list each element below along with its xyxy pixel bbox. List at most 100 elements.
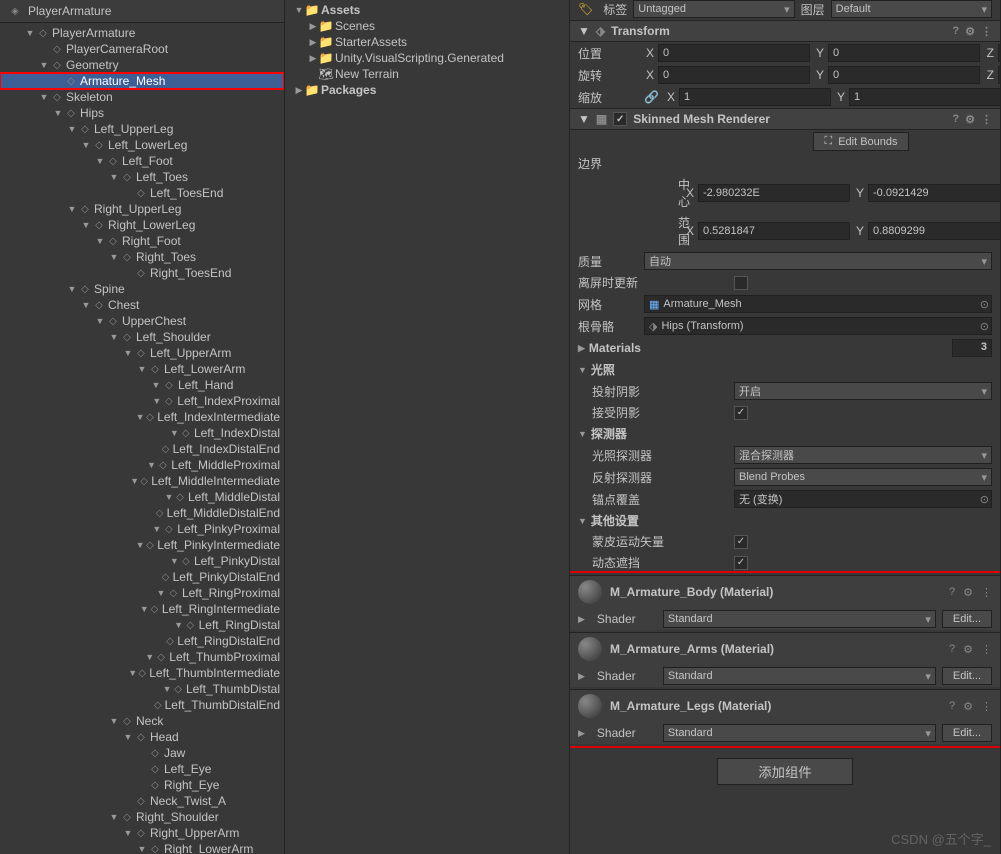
foldout-icon[interactable] xyxy=(122,732,134,742)
foldout-icon[interactable] xyxy=(169,428,180,438)
menu-icon[interactable]: ⋮ xyxy=(981,643,992,656)
foldout-icon[interactable] xyxy=(150,380,162,390)
hierarchy-item[interactable]: ◇Left_ToesEnd xyxy=(0,185,284,201)
tag-dropdown[interactable]: Untagged xyxy=(633,0,794,18)
probes-section[interactable]: ▼ 探测器 xyxy=(570,423,1000,444)
foldout-icon[interactable] xyxy=(80,140,92,150)
hierarchy-item[interactable]: ◇Left_PinkyIntermediate xyxy=(0,537,284,553)
pos-x-input[interactable] xyxy=(658,44,810,62)
hierarchy-item[interactable]: ◇Left_ThumbDistalEnd xyxy=(0,697,284,713)
picker-icon[interactable]: ⊙ xyxy=(980,493,989,506)
picker-icon[interactable]: ⊙ xyxy=(980,320,989,333)
transform-header[interactable]: ▼ ⬗ Transform ? ⚙ ⋮ xyxy=(570,20,1000,42)
picker-icon[interactable]: ⊙ xyxy=(980,298,989,311)
hierarchy-item[interactable]: ◇Left_PinkyDistal xyxy=(0,553,284,569)
hierarchy-item[interactable]: ◇Left_ThumbDistal xyxy=(0,681,284,697)
project-item[interactable]: 📁Assets xyxy=(285,2,569,18)
project-item[interactable]: 📁StarterAssets xyxy=(285,34,569,50)
shader-dropdown[interactable]: Standard xyxy=(663,667,936,685)
edit-bounds-button[interactable]: ⛶ Edit Bounds xyxy=(813,132,908,151)
lighting-section[interactable]: ▼ 光照 xyxy=(570,359,1000,380)
foldout-icon[interactable] xyxy=(108,812,120,822)
hierarchy-item[interactable]: ◇Right_LowerLeg xyxy=(0,217,284,233)
rot-x-input[interactable] xyxy=(658,66,810,84)
foldout-icon[interactable]: ▶ xyxy=(578,728,585,739)
foldout-icon[interactable] xyxy=(135,540,144,550)
hierarchy-item[interactable]: ◇Left_Foot xyxy=(0,153,284,169)
materials-section[interactable]: ▶ Materials 3 xyxy=(570,337,1000,359)
help-icon[interactable]: ? xyxy=(952,25,959,37)
preset-icon[interactable]: ⚙ xyxy=(965,25,975,38)
smr-header[interactable]: ▼ ▦ Skinned Mesh Renderer ? ⚙ ⋮ xyxy=(570,108,1000,130)
project-item[interactable]: 📁Packages xyxy=(285,82,569,98)
material-header[interactable]: M_Armature_Body (Material) ? ⚙ ⋮ xyxy=(570,576,1000,608)
materials-count[interactable]: 3 xyxy=(952,339,992,357)
anchor-field[interactable]: 无 (变换)⊙ xyxy=(734,490,992,508)
foldout-icon[interactable] xyxy=(24,28,36,38)
foldout-icon[interactable] xyxy=(135,412,144,422)
motion-checkbox[interactable] xyxy=(734,535,748,549)
hierarchy-item[interactable]: ◇Left_IndexProximal xyxy=(0,393,284,409)
hierarchy-item[interactable]: ◇Left_MiddleProximal xyxy=(0,457,284,473)
hierarchy-item[interactable]: ◇Jaw xyxy=(0,745,284,761)
foldout-icon[interactable] xyxy=(80,220,92,230)
foldout-icon[interactable] xyxy=(140,604,149,614)
hierarchy-item[interactable]: ◇Left_RingIntermediate xyxy=(0,601,284,617)
hierarchy-item[interactable]: ◇Spine xyxy=(0,281,284,297)
material-header[interactable]: M_Armature_Legs (Material) ? ⚙ ⋮ xyxy=(570,690,1000,722)
foldout-icon[interactable] xyxy=(122,828,134,838)
menu-icon[interactable]: ⋮ xyxy=(981,113,992,126)
add-component-button[interactable]: 添加组件 xyxy=(717,758,852,785)
hierarchy-item[interactable]: ◇Neck_Twist_A xyxy=(0,793,284,809)
foldout-icon[interactable] xyxy=(52,108,64,118)
other-section[interactable]: ▼ 其他设置 xyxy=(570,510,1000,531)
preset-icon[interactable]: ⚙ xyxy=(965,113,975,126)
foldout-icon[interactable] xyxy=(66,204,78,214)
preset-icon[interactable]: ⚙ xyxy=(963,586,973,599)
foldout-icon[interactable] xyxy=(146,460,157,470)
hierarchy-item[interactable]: ◇Left_Hand xyxy=(0,377,284,393)
project-item[interactable]: 📁Unity.VisualScripting.Generated xyxy=(285,50,569,66)
menu-icon[interactable]: ⋮ xyxy=(981,25,992,38)
foldout-icon[interactable] xyxy=(108,332,120,342)
scale-x-input[interactable] xyxy=(679,88,831,106)
foldout-icon[interactable] xyxy=(38,60,50,70)
hierarchy-item[interactable]: ◇Right_UpperLeg xyxy=(0,201,284,217)
foldout-icon[interactable] xyxy=(94,236,106,246)
foldout-icon[interactable] xyxy=(128,668,137,678)
foldout-icon[interactable] xyxy=(155,588,166,598)
extents-x-input[interactable] xyxy=(698,222,850,240)
foldout-icon[interactable] xyxy=(293,85,305,96)
edit-button[interactable]: Edit... xyxy=(942,610,992,628)
foldout-icon[interactable] xyxy=(307,53,319,64)
foldout-icon[interactable] xyxy=(162,684,172,694)
foldout-icon[interactable] xyxy=(80,300,92,310)
hierarchy-item[interactable]: ◇Right_ToesEnd xyxy=(0,265,284,281)
hierarchy-item[interactable]: ◇Left_MiddleDistalEnd xyxy=(0,505,284,521)
smr-enable-checkbox[interactable] xyxy=(613,112,627,126)
hierarchy-item[interactable]: ◇UpperChest xyxy=(0,313,284,329)
help-icon[interactable]: ? xyxy=(949,700,955,712)
foldout-icon[interactable]: ▶ xyxy=(578,614,585,625)
hierarchy-item[interactable]: ◇Left_PinkyDistalEnd xyxy=(0,569,284,585)
foldout-icon[interactable] xyxy=(293,5,305,15)
hierarchy-item[interactable]: ◇Left_LowerLeg xyxy=(0,137,284,153)
menu-icon[interactable]: ⋮ xyxy=(981,700,992,713)
foldout-icon[interactable] xyxy=(122,348,134,358)
center-y-input[interactable] xyxy=(868,184,1001,202)
foldout-icon[interactable] xyxy=(144,652,155,662)
help-icon[interactable]: ? xyxy=(949,586,955,598)
edit-button[interactable]: Edit... xyxy=(942,724,992,742)
hierarchy-item[interactable]: ◇Left_PinkyProximal xyxy=(0,521,284,537)
foldout-icon[interactable]: ▼ xyxy=(578,112,590,126)
hierarchy-tree[interactable]: ◇PlayerArmature◇PlayerCameraRoot◇Geometr… xyxy=(0,23,284,854)
foldout-icon[interactable]: ▼ xyxy=(578,24,590,38)
hierarchy-item[interactable]: ◇Left_MiddleDistal xyxy=(0,489,284,505)
menu-icon[interactable]: ⋮ xyxy=(981,586,992,599)
link-icon[interactable]: 🔗 xyxy=(644,90,659,104)
material-header[interactable]: M_Armature_Arms (Material) ? ⚙ ⋮ xyxy=(570,633,1000,665)
hierarchy-item[interactable]: ◇Geometry xyxy=(0,57,284,73)
hierarchy-item[interactable]: ◇Left_Shoulder xyxy=(0,329,284,345)
foldout-icon[interactable] xyxy=(307,21,319,32)
help-icon[interactable]: ? xyxy=(952,113,959,125)
